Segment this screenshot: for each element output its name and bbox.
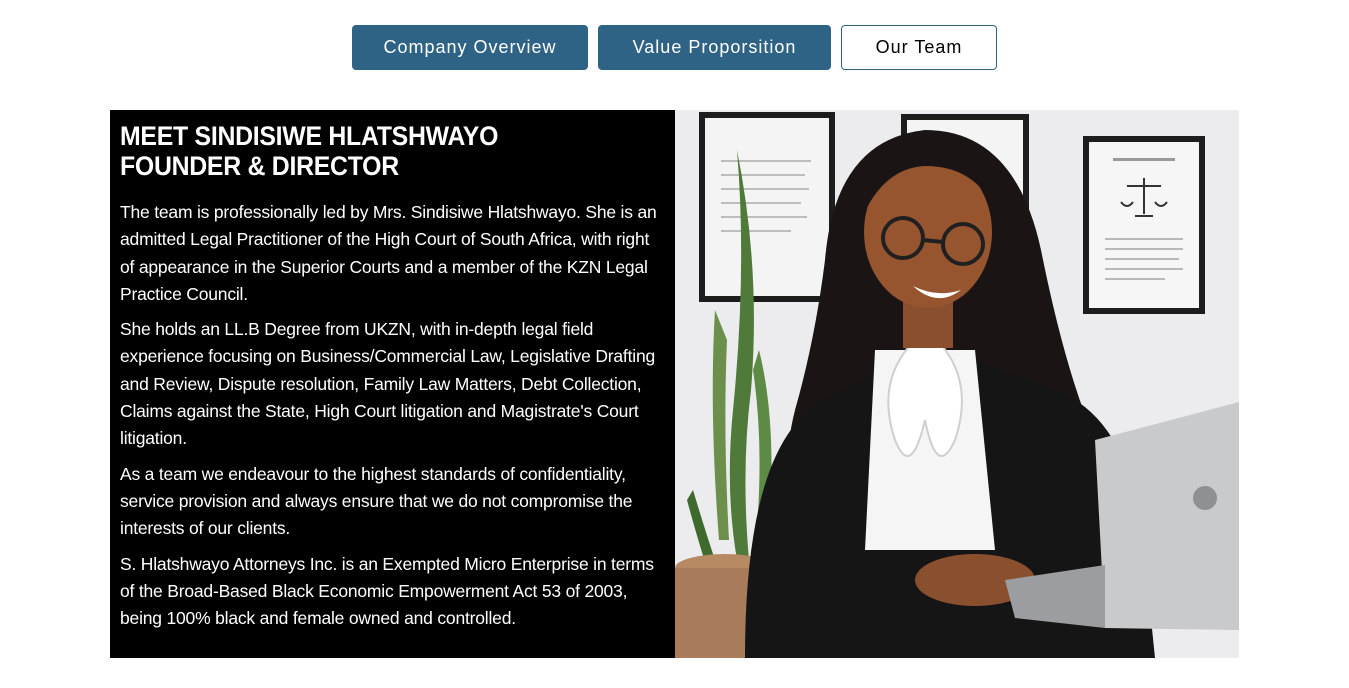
wall-frame: [699, 112, 835, 302]
profile-paragraph: As a team we endeavour to the highest st…: [120, 463, 633, 539]
team-panel: MEET SINDISIWE HLATSHWAYO FOUNDER & DIRE…: [110, 110, 1239, 658]
tab-company-overview[interactable]: Company Overview: [352, 25, 588, 70]
tab-our-team[interactable]: Our Team: [841, 25, 997, 70]
tab-bar: Company Overview Value Proporsition Our …: [0, 25, 1349, 70]
wall-frame: [1083, 136, 1205, 314]
profile-text-block: MEET SINDISIWE HLATSHWAYO FOUNDER & DIRE…: [110, 110, 675, 658]
profile-paragraph: The team is professionally led by Mrs. S…: [120, 202, 657, 304]
profile-paragraph: S. Hlatshwayo Attorneys Inc. is an Exemp…: [120, 553, 654, 629]
director-photo-illustration: [675, 110, 1239, 658]
heading-role: FOUNDER & DIRECTOR: [120, 151, 399, 181]
heading-name: MEET SINDISIWE HLATSHWAYO: [120, 121, 499, 151]
profile-paragraph: She holds an LL.B Degree from UKZN, with…: [120, 319, 656, 449]
tab-value-proposition[interactable]: Value Proporsition: [598, 25, 831, 70]
profile-heading: MEET SINDISIWE HLATSHWAYO FOUNDER & DIRE…: [120, 121, 621, 181]
director-photo: [675, 110, 1239, 658]
